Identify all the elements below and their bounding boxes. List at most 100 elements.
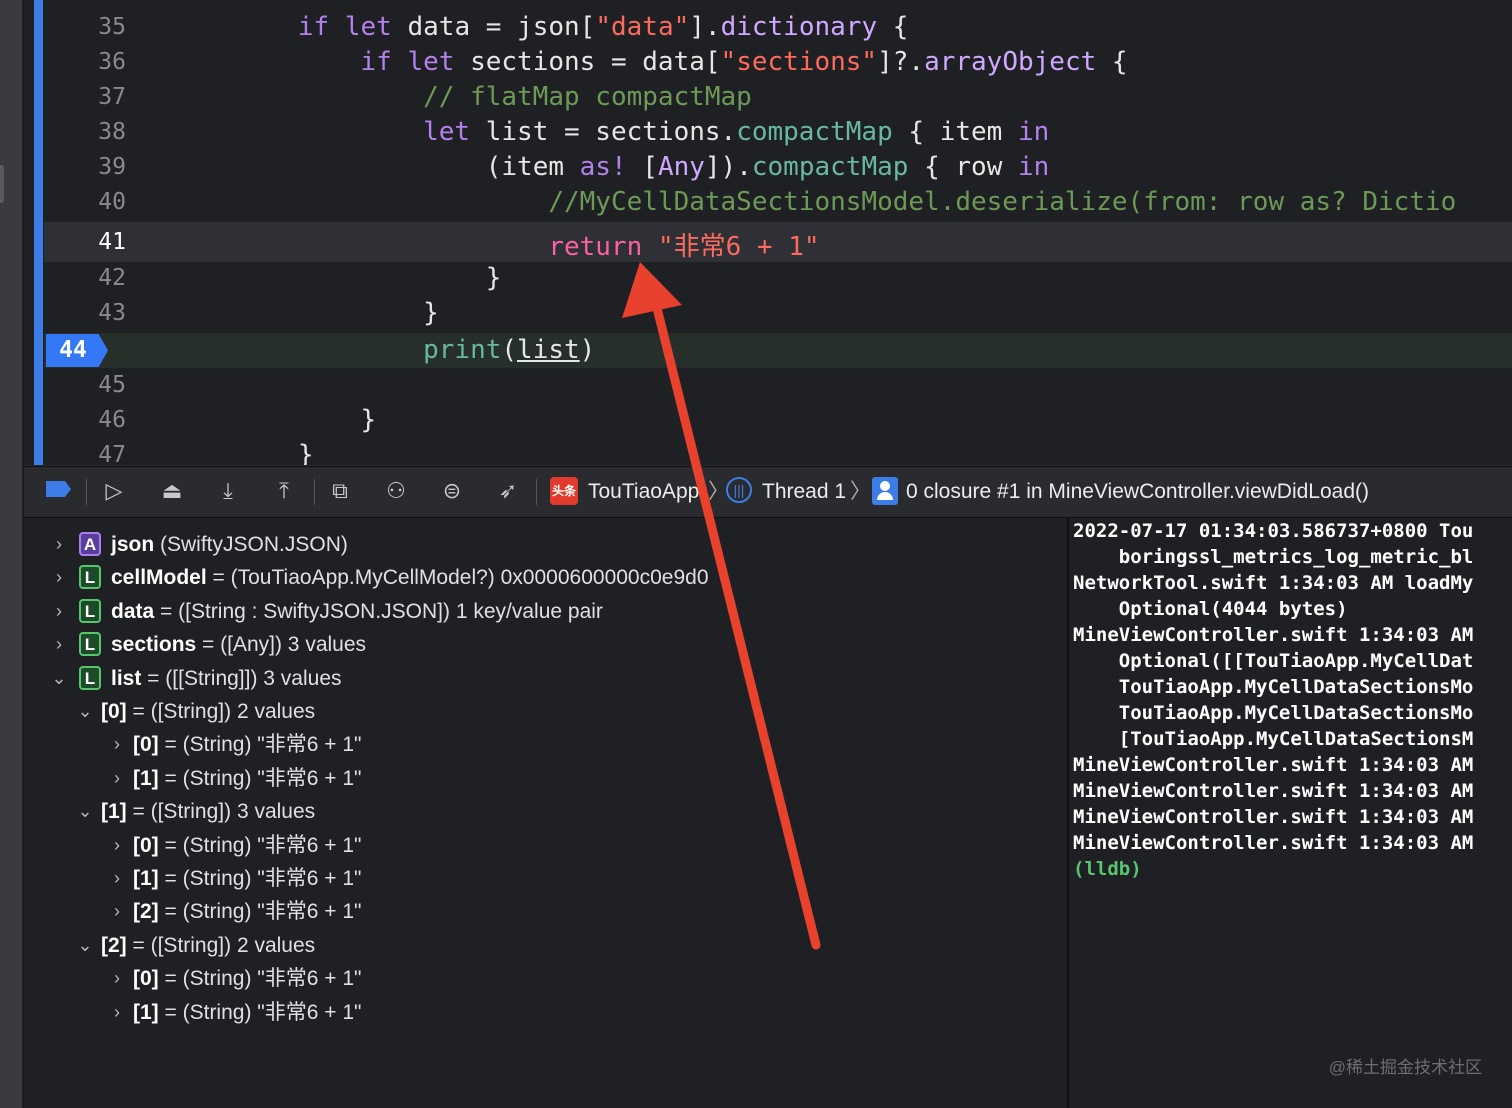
variable-text: cellModel = (TouTiaoApp.MyCellModel?) 0x… xyxy=(111,566,709,590)
disclosure-collapsed-icon[interactable]: › xyxy=(108,862,126,895)
disclosure-collapsed-icon[interactable]: › xyxy=(108,962,126,995)
line-number[interactable]: 40 xyxy=(44,189,144,215)
code-line[interactable]: 41 return "非常6 + 1" xyxy=(44,222,1512,262)
console-line: MineViewController.swift 1:34:03 AM xyxy=(1073,832,1474,854)
line-number[interactable]: 46 xyxy=(44,407,144,433)
line-number[interactable]: 42 xyxy=(44,265,144,291)
variable-row[interactable]: ⌄ [2] = ([String]) 2 values xyxy=(24,929,1064,962)
step-into-icon[interactable]: ⤓ xyxy=(214,479,242,505)
debug-toolbar: ▷ ⏏ ⤓ ⤒ ⧉ ⚇ ⊜ ➶ 头条 TouTiaoApp 〉 ||| Thre… xyxy=(24,466,1512,518)
variable-row[interactable]: › [2] = (String) "非常6 + 1" xyxy=(24,895,1064,928)
lldb-prompt[interactable]: (lldb) xyxy=(1073,858,1142,880)
variable-row[interactable]: ⌄ Llist = ([[String]]) 3 values xyxy=(24,662,1064,695)
code-line[interactable]: 47 } xyxy=(44,438,1512,465)
code-text: //MyCellDataSectionsModel.deserialize(fr… xyxy=(548,187,1457,217)
line-number[interactable]: 39 xyxy=(44,154,144,180)
source-editor[interactable]: 35 if let data = json["data"].dictionary… xyxy=(24,0,1512,465)
console-line: [TouTiaoApp.MyCellDataSectionsM xyxy=(1073,728,1474,750)
disclosure-collapsed-icon[interactable]: › xyxy=(108,996,126,1029)
disclosure-collapsed-icon[interactable]: › xyxy=(108,829,126,862)
disclosure-collapsed-icon[interactable]: › xyxy=(108,762,126,795)
step-out-icon[interactable]: ⤒ xyxy=(270,479,298,505)
variable-row[interactable]: › Lsections = ([Any]) 3 values xyxy=(24,628,1064,661)
code-text: } xyxy=(297,440,314,465)
disclosure-expanded-icon[interactable]: ⌄ xyxy=(50,662,68,695)
variable-text: list = ([[String]]) 3 values xyxy=(111,666,342,690)
breakpoints-toggle-icon[interactable] xyxy=(44,479,72,505)
variable-row[interactable]: › [1] = (String) "非常6 + 1" xyxy=(24,996,1064,1029)
line-number[interactable]: 35 xyxy=(44,14,144,40)
view-hierarchy-icon[interactable]: ⧉ xyxy=(326,479,354,505)
variable-text: [0] = (String) "非常6 + 1" xyxy=(133,733,362,757)
line-number[interactable]: 38 xyxy=(44,119,144,145)
variable-row[interactable]: › [1] = (String) "非常6 + 1" xyxy=(24,862,1064,895)
line-number[interactable]: 47 xyxy=(44,442,144,465)
environment-overrides-icon[interactable]: ⊜ xyxy=(438,479,466,505)
navigator-edge xyxy=(0,0,24,1108)
disclosure-collapsed-icon[interactable]: › xyxy=(50,595,68,628)
variables-view[interactable]: › Ajson (SwiftyJSON.JSON) › LcellModel = (T… xyxy=(24,518,1067,1108)
code-text: if let sections = data["sections"]?.arra… xyxy=(360,47,1128,77)
console-line: Optional([[TouTiaoApp.MyCellDat xyxy=(1073,650,1474,672)
code-line[interactable]: 39 (item as! [Any]).compactMap { row in xyxy=(44,150,1512,185)
code-line[interactable]: 43 } xyxy=(44,296,1512,331)
code-text: if let data = json["data"].dictionary { xyxy=(297,12,909,42)
step-over-icon[interactable]: ⏏ xyxy=(158,479,186,505)
code-line[interactable]: 44 print(list) xyxy=(44,333,1512,368)
disclosure-collapsed-icon[interactable]: › xyxy=(50,528,68,561)
simulate-location-icon[interactable]: ➶ xyxy=(494,479,522,505)
code-text: return "非常6 + 1" xyxy=(548,232,820,262)
code-line[interactable]: 35 if let data = json["data"].dictionary… xyxy=(44,10,1512,45)
variable-row[interactable]: › Ajson (SwiftyJSON.JSON) xyxy=(24,528,1064,561)
disclosure-expanded-icon[interactable]: ⌄ xyxy=(76,929,94,962)
code-line[interactable]: 45 xyxy=(44,368,1512,403)
disclosure-collapsed-icon[interactable]: › xyxy=(50,628,68,661)
local-badge-icon: L xyxy=(79,565,101,590)
console-line: boringssl_metrics_log_metric_bl xyxy=(1073,546,1474,568)
variable-row[interactable]: › [0] = (String) "非常6 + 1" xyxy=(24,829,1064,862)
variable-text: [2] = ([String]) 2 values xyxy=(101,933,316,957)
variable-text: [1] = (String) "非常6 + 1" xyxy=(133,766,362,790)
local-badge-icon: L xyxy=(79,665,101,690)
variable-row[interactable]: › LcellModel = (TouTiaoApp.MyCellModel?) … xyxy=(24,561,1064,594)
line-number[interactable]: 37 xyxy=(44,84,144,110)
variable-text: [0] = ([String]) 2 values xyxy=(101,700,316,723)
disclosure-collapsed-icon[interactable]: › xyxy=(50,561,68,594)
code-text: let list = sections.compactMap { item in xyxy=(423,117,1050,147)
code-line[interactable]: 36 if let sections = data["sections"]?.a… xyxy=(44,45,1512,80)
variable-row[interactable]: ⌄ [0] = ([String]) 2 values xyxy=(24,695,1064,728)
stack-frame-label[interactable]: 0 closure #1 in MineViewController.viewD… xyxy=(906,479,1369,505)
code-line[interactable]: 46 } xyxy=(44,403,1512,438)
variable-row[interactable]: › Ldata = ([String : SwiftyJSON.JSON]) 1 … xyxy=(24,595,1064,628)
console-line: MineViewController.swift 1:34:03 AM xyxy=(1073,754,1474,776)
disclosure-collapsed-icon[interactable]: › xyxy=(108,728,126,761)
variable-text: sections = ([Any]) 3 values xyxy=(111,633,367,657)
memory-graph-icon[interactable]: ⚇ xyxy=(382,479,410,505)
code-line[interactable]: 40 //MyCellDataSectionsModel.deserialize… xyxy=(44,185,1512,220)
disclosure-collapsed-icon[interactable]: › xyxy=(108,895,126,928)
variable-row[interactable]: › [0] = (String) "非常6 + 1" xyxy=(24,962,1064,995)
line-number[interactable]: 36 xyxy=(44,49,144,75)
disclosure-expanded-icon[interactable]: ⌄ xyxy=(76,695,94,728)
console-line: MineViewController.swift 1:34:03 AM xyxy=(1073,780,1474,802)
code-line[interactable]: 42 } xyxy=(44,261,1512,296)
console-line: TouTiaoApp.MyCellDataSectionsMo xyxy=(1073,702,1474,724)
app-name[interactable]: TouTiaoApp xyxy=(588,479,699,505)
variable-row[interactable]: ⌄ [1] = ([String]) 3 values xyxy=(24,795,1064,828)
disclosure-expanded-icon[interactable]: ⌄ xyxy=(76,795,94,828)
console-line: MineViewController.swift 1:34:03 AM xyxy=(1073,624,1474,646)
thread-label[interactable]: Thread 1 xyxy=(762,479,846,505)
line-number[interactable]: 45 xyxy=(44,372,144,398)
variable-text: [2] = (String) "非常6 + 1" xyxy=(133,900,362,924)
variable-row[interactable]: › [0] = (String) "非常6 + 1" xyxy=(24,728,1064,761)
console-output[interactable]: 2022-07-17 01:34:03.586737+0800 Tou bori… xyxy=(1069,518,1512,1108)
code-line[interactable]: 37 // flatMap compactMap xyxy=(44,80,1512,115)
thread-icon: ||| xyxy=(726,477,752,503)
code-text: // flatMap compactMap xyxy=(423,82,752,112)
variable-row[interactable]: › [1] = (String) "非常6 + 1" xyxy=(24,762,1064,795)
code-line[interactable]: 38 let list = sections.compactMap { item… xyxy=(44,115,1512,150)
console-line: MineViewController.swift 1:34:03 AM xyxy=(1073,806,1474,828)
continue-icon[interactable]: ▷ xyxy=(100,479,128,505)
line-number[interactable]: 43 xyxy=(44,300,144,326)
line-number[interactable]: 41 xyxy=(44,229,144,255)
